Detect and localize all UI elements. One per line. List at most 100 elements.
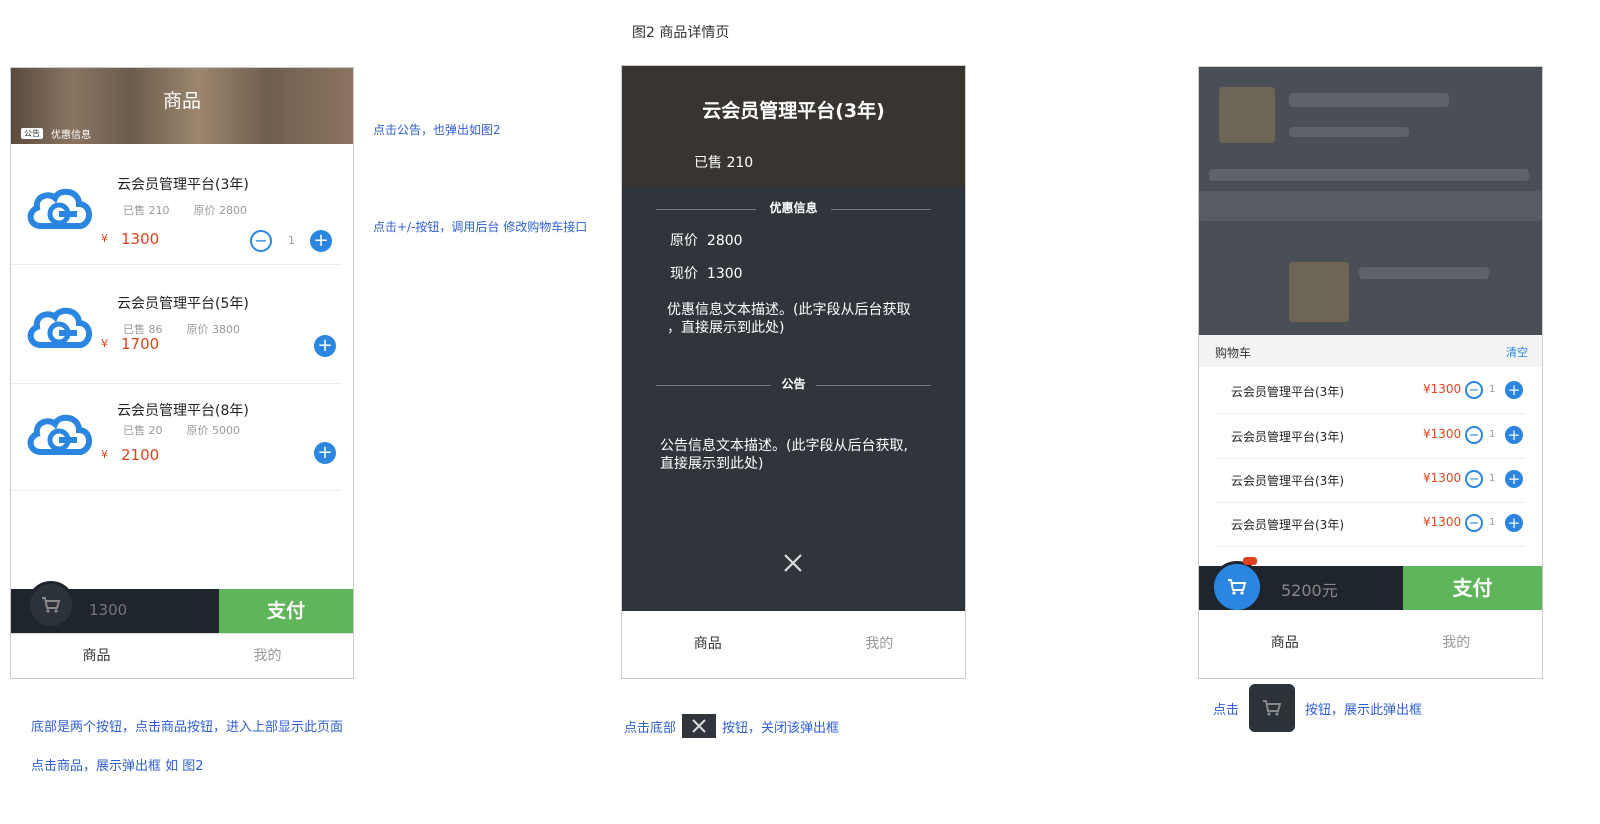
- product-price: 2100: [121, 446, 160, 464]
- original-price: 原价 5000: [186, 424, 241, 437]
- cart-item-name: 云会员管理平台(3年): [1231, 518, 1344, 532]
- tab-mine[interactable]: 我的: [182, 634, 353, 678]
- note-bottom-buttons: 底部是两个按钮，点击商品按钮，进入上部显示此页面: [31, 720, 344, 735]
- note-close-suffix: 按钮，关闭该弹出框: [722, 720, 840, 736]
- product-item[interactable]: 云会员管理平台(5年) 已售 86 原价 3800 ¥ 1700 +: [11, 273, 341, 384]
- cloud-logo-icon: [27, 307, 92, 348]
- tab-mine[interactable]: 我的: [794, 611, 966, 677]
- original-price: 原价 2800: [193, 204, 248, 217]
- note-cart: 点击 按钮，展示此弹出框: [1213, 684, 1422, 732]
- plus-button[interactable]: +: [310, 230, 332, 252]
- phone-mockup-product-detail: 云会员管理平台(3年) 已售 210 优惠信息 原价 2800 现价 1300 …: [621, 65, 966, 679]
- plus-button[interactable]: +: [1505, 426, 1523, 444]
- product-name: 云会员管理平台(8年): [117, 403, 249, 419]
- detail-popup-overlay: 云会员管理平台(3年) 已售 210 优惠信息 原价 2800 现价 1300 …: [622, 66, 965, 611]
- cart-title: 购物车: [1215, 346, 1252, 360]
- bottom-tabbar: 商品 我的: [622, 611, 965, 677]
- note-cart-suffix: 按钮，展示此弹出框: [1305, 702, 1423, 718]
- tab-goods[interactable]: 商品: [11, 634, 182, 678]
- note-plus-minus: 点击+/-按钮，调用后台 修改购物车接口: [373, 220, 588, 234]
- quantity-value: 1: [1489, 429, 1496, 440]
- discount-section-header: 优惠信息: [656, 199, 931, 219]
- cart-button[interactable]: [27, 581, 75, 629]
- cart-item: 云会员管理平台(3年) ¥1300 − 1 +: [1215, 369, 1525, 414]
- cloud-logo-icon: [27, 414, 92, 455]
- cart-button[interactable]: [1211, 561, 1263, 613]
- notice-description-line: 公告信息文本描述。(此字段从后台获取,: [660, 438, 908, 454]
- note-close: 点击底部 按钮，关闭该弹出框: [624, 714, 839, 738]
- pay-button[interactable]: 支付: [219, 589, 353, 633]
- original-price-label: 原价: [670, 233, 698, 249]
- quantity-value: 1: [1489, 384, 1496, 395]
- tab-goods[interactable]: 商品: [622, 611, 794, 677]
- note-announcement: 点击公告，也弹出如图2: [373, 123, 501, 137]
- cart-item-price: ¥1300: [1423, 427, 1462, 441]
- product-item[interactable]: 云会员管理平台(8年) 已售 20 原价 5000 ¥ 2100 +: [11, 380, 341, 491]
- cart-item-price: ¥1300: [1423, 382, 1462, 396]
- original-price-row: 原价 2800: [670, 232, 743, 250]
- cart-icon: [42, 597, 61, 613]
- cart-icon: [1228, 579, 1247, 595]
- sold-count: 已售 20: [123, 424, 163, 437]
- sold-count: 已售 210: [123, 204, 170, 217]
- original-price-value: 2800: [706, 233, 743, 249]
- product-price: 1300: [121, 230, 160, 248]
- notice-section-header: 公告: [656, 375, 931, 395]
- blurred-text: [1209, 169, 1529, 181]
- product-item[interactable]: 云会员管理平台(3年) 已售 210 原价 2800 ¥ 1300 − 1 +: [11, 154, 341, 265]
- announcement-tag: 公告: [21, 128, 43, 139]
- product-price: 1700: [121, 335, 160, 353]
- banner-title: 商品: [162, 90, 201, 112]
- minus-button[interactable]: −: [1465, 514, 1483, 532]
- product-name: 云会员管理平台(5年): [117, 296, 249, 312]
- blurred-tabs: [1199, 191, 1542, 221]
- blurred-text: [1359, 267, 1489, 279]
- announcement-bar[interactable]: 公告 优惠信息: [21, 126, 91, 141]
- note-cart-prefix: 点击: [1213, 702, 1240, 718]
- cart-item-name: 云会员管理平台(3年): [1231, 430, 1344, 444]
- figure-caption: 图2 商品详情页: [632, 25, 730, 41]
- pay-button[interactable]: 支付: [1403, 566, 1542, 610]
- phone-mockup-cart-popup: 购物车 清空 云会员管理平台(3年) ¥1300 − 1 + 云会员管理平台(3…: [1198, 66, 1543, 679]
- discount-description: 优惠信息文本描述。(此字段从后台获取 ，直接展示到此处): [667, 301, 910, 337]
- cart-item: 云会员管理平台(3年) ¥1300 − 1 +: [1215, 502, 1525, 547]
- phone-mockup-goods-list: 商品 公告 优惠信息 云会员管理平台(3年) 已售 210 原价 2800 ¥ 1…: [10, 67, 354, 679]
- minus-button[interactable]: −: [250, 230, 272, 252]
- cloud-logo-icon: [27, 188, 92, 229]
- plus-button[interactable]: +: [1505, 514, 1523, 532]
- cart-button-sample: [1249, 684, 1296, 732]
- close-icon: [692, 719, 706, 733]
- detail-sold-count: 已售 210: [694, 155, 754, 171]
- minus-button[interactable]: −: [1465, 470, 1483, 488]
- cart-popup-header: 购物车 清空: [1199, 335, 1542, 367]
- cart-item: 云会员管理平台(3年) ¥1300 − 1 +: [1215, 414, 1525, 459]
- tab-goods[interactable]: 商品: [1199, 610, 1371, 676]
- minus-button[interactable]: −: [1465, 426, 1483, 444]
- currency-symbol: ¥: [101, 448, 108, 461]
- cart-total: 5200元: [1281, 581, 1338, 600]
- plus-button[interactable]: +: [1505, 470, 1523, 488]
- tab-mine[interactable]: 我的: [1371, 610, 1543, 676]
- cart-count-badge: [1243, 557, 1257, 565]
- current-price-label: 现价: [670, 266, 698, 282]
- cart-item-name: 云会员管理平台(3年): [1231, 385, 1344, 399]
- close-button-sample: [682, 714, 717, 738]
- cart-item-price: ¥1300: [1423, 471, 1462, 485]
- blurred-background: [622, 66, 965, 186]
- cart-item: 云会员管理平台(3年) ¥1300 − 1 +: [1215, 458, 1525, 503]
- blurred-text: [1289, 93, 1449, 107]
- plus-button[interactable]: +: [1505, 381, 1523, 399]
- plus-button[interactable]: +: [314, 335, 336, 357]
- shop-banner: 商品 公告 优惠信息: [11, 68, 353, 144]
- plus-button[interactable]: +: [314, 442, 336, 464]
- detail-title: 云会员管理平台(3年): [702, 100, 885, 122]
- quantity-value: 1: [288, 234, 295, 247]
- cart-total: 1300: [89, 601, 128, 619]
- close-icon[interactable]: [782, 552, 804, 574]
- minus-button[interactable]: −: [1465, 381, 1483, 399]
- clear-cart-button[interactable]: 清空: [1506, 344, 1528, 360]
- product-name: 云会员管理平台(3年): [117, 177, 249, 193]
- current-price-row: 现价 1300: [670, 265, 743, 283]
- blurred-text: [1289, 127, 1409, 137]
- note-click-goods: 点击商品，展示弹出框 如 图2: [31, 759, 204, 774]
